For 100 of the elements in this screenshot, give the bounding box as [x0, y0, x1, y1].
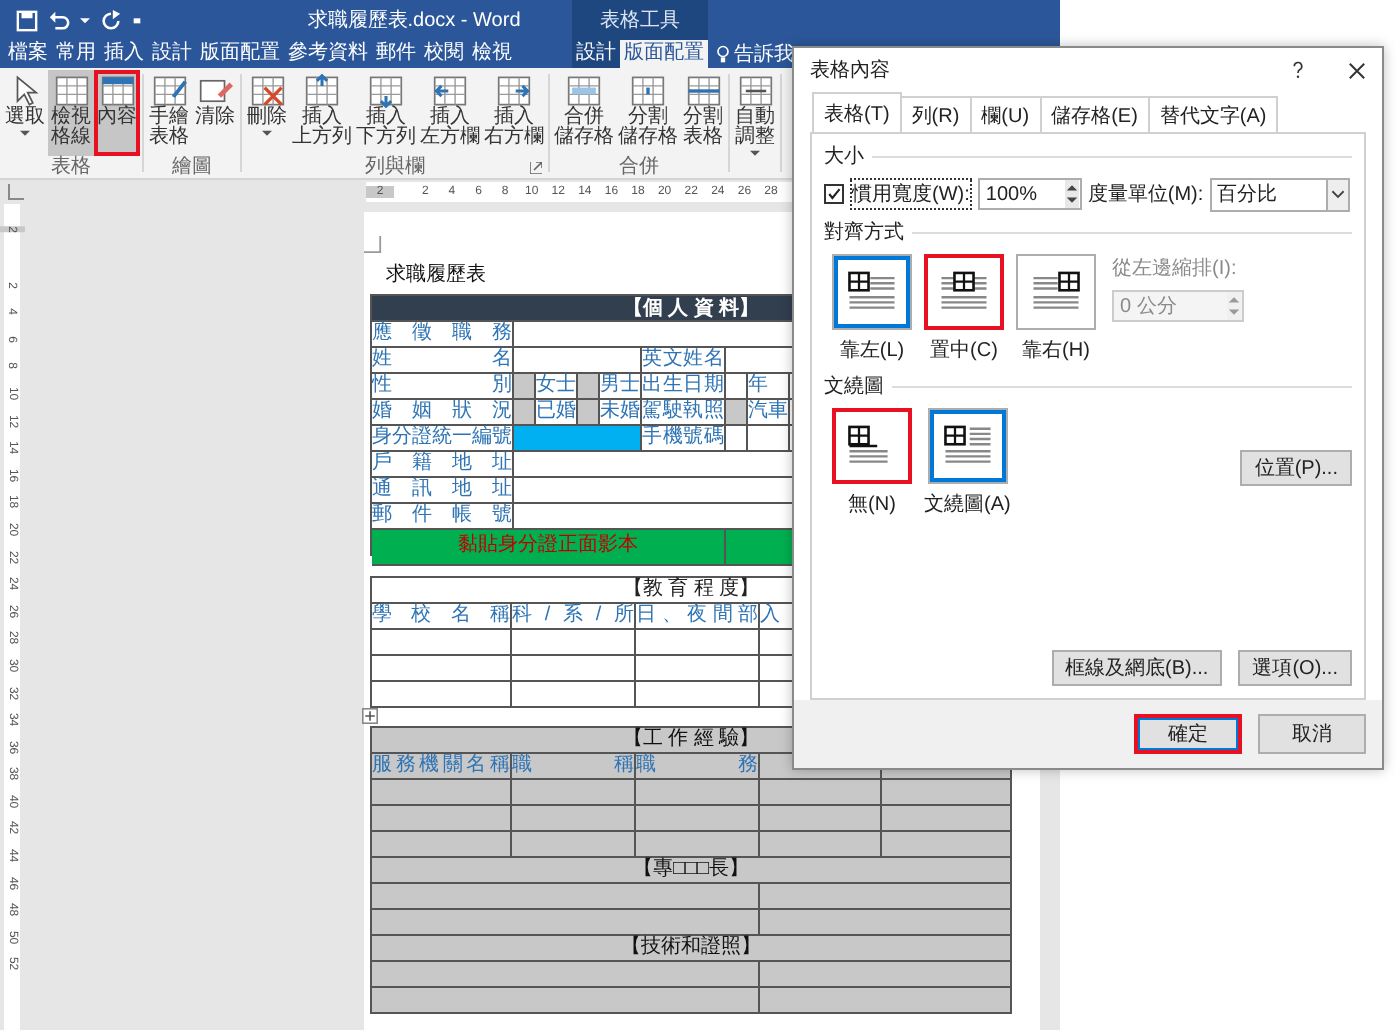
table-cell	[512, 780, 636, 806]
ribbon-tab[interactable]: 設計	[572, 40, 620, 68]
table-pencil-icon	[149, 74, 189, 108]
ribbon-tab[interactable]: 插入	[100, 40, 148, 68]
dialog-button[interactable]: 選項(O)...	[1238, 650, 1352, 686]
group-label: 列與欄	[365, 156, 425, 178]
option-label: 靠左(L)	[839, 337, 905, 364]
group-label: 表格	[51, 156, 91, 178]
dialog-tab[interactable]: 列(R)	[899, 96, 972, 132]
ribbon-tab[interactable]: 常用	[52, 40, 100, 68]
wrapping-option[interactable]	[927, 408, 1008, 484]
table-grid-icon	[51, 74, 91, 108]
dialog-launcher-icon[interactable]	[530, 161, 542, 173]
dialog-button[interactable]: 確定	[1134, 714, 1242, 754]
table-cell	[514, 374, 536, 400]
table-cell	[578, 400, 600, 426]
ribbon-tab[interactable]: 設計	[148, 40, 196, 68]
alignment-option[interactable]	[1016, 254, 1096, 330]
split-cells-icon	[628, 74, 668, 108]
ribbon-button[interactable]: 插入下方列	[354, 70, 418, 156]
table-cell	[512, 832, 636, 858]
table-cell: 出生日期	[642, 374, 726, 400]
field-label: 度量單位(M):	[1087, 181, 1204, 208]
ribbon-button[interactable]: 分割儲存格	[616, 70, 680, 156]
ribbon-tab[interactable]: 檢視	[468, 40, 516, 68]
width-field[interactable]: 100%	[977, 178, 1082, 210]
ribbon-button[interactable]: 插入左方欄	[418, 70, 482, 156]
tell-me-field[interactable]: 告訴我	[734, 40, 794, 68]
table-cell: 年	[748, 374, 790, 400]
ribbon-tab[interactable]: 參考資料	[284, 40, 372, 68]
table-cell	[760, 806, 882, 832]
table-cell	[726, 426, 748, 452]
ribbon-button[interactable]: 內容	[94, 70, 140, 156]
table-cell	[636, 806, 760, 832]
table-cell: 汽車	[748, 400, 790, 426]
table-cell	[512, 682, 636, 708]
ribbon-button[interactable]: 插入上方列	[290, 70, 354, 156]
dialog-button[interactable]: 框線及網底(B)...	[1051, 650, 1223, 686]
autofit-icon	[735, 74, 775, 108]
table-cell: 通訊地址	[372, 478, 514, 504]
table-cell: 戶籍地址	[372, 452, 514, 478]
ribbon-button[interactable]: 手繪表格	[146, 70, 192, 156]
ribbon-tab[interactable]: 檔案	[4, 40, 52, 68]
redo-icon[interactable]	[100, 9, 122, 31]
field-label: 慣用寬度(W):	[850, 178, 972, 210]
table-cell: 男士	[600, 374, 642, 400]
unit-dropdown[interactable]: 百分比	[1209, 177, 1350, 211]
context-header: 表格工具	[572, 0, 708, 40]
dialog-button[interactable]: 取消	[1258, 714, 1366, 754]
ribbon-tab[interactable]: 郵件	[372, 40, 420, 68]
dialog-tab[interactable]: 儲存格(E)	[1039, 96, 1150, 132]
section-heading: 【技術和證照】	[372, 936, 1012, 962]
section-label: 大小	[824, 143, 864, 170]
table-cell: 應徵職務	[372, 322, 514, 348]
table-move-handle-icon[interactable]	[362, 708, 378, 724]
insert-row-below-icon	[366, 74, 406, 108]
ribbon-button[interactable]: 刪除	[244, 70, 290, 156]
table-cell	[512, 656, 636, 682]
table-cell: 手機號碼	[642, 426, 726, 452]
ribbon-tab[interactable]: 版面配置	[196, 40, 284, 68]
dialog-tab[interactable]: 替代文字(A)	[1147, 96, 1279, 132]
save-icon[interactable]	[16, 9, 38, 31]
table-cell	[578, 374, 600, 400]
table-cell: 職務	[636, 754, 760, 780]
ribbon-button[interactable]: 分割表格	[680, 70, 726, 156]
table-cell	[512, 630, 636, 656]
group-label: 繪圖	[172, 156, 212, 178]
table-cell	[512, 806, 636, 832]
table-cell: 學校名稱	[372, 604, 512, 630]
dialog-tab[interactable]: 表格(T)	[812, 92, 902, 132]
checkbox[interactable]	[824, 184, 844, 204]
ribbon-button[interactable]: 合併儲存格	[552, 70, 616, 156]
spinner-arrows-icon[interactable]	[1063, 180, 1080, 208]
ribbon-tab[interactable]: 校閱	[420, 40, 468, 68]
insert-column-right-icon	[494, 74, 534, 108]
margin-corner-icon	[364, 236, 382, 254]
close-icon[interactable]	[1348, 61, 1366, 79]
ribbon-button[interactable]: 插入右方欄	[482, 70, 546, 156]
dialog-tab[interactable]: 欄(U)	[969, 96, 1042, 132]
option-label: 文繞圖(A)	[924, 491, 1011, 518]
tab-selector-icon[interactable]	[8, 184, 24, 200]
ribbon-tab[interactable]: 版面配置	[620, 40, 708, 68]
ribbon-button[interactable]: 清除	[192, 70, 238, 156]
ribbon-button[interactable]: 檢視格線	[48, 70, 94, 156]
position-button[interactable]: 位置(P)...	[1240, 450, 1352, 486]
option-label: 無(N)	[848, 492, 896, 518]
wrapping-option[interactable]	[832, 408, 912, 484]
table-cell	[760, 832, 882, 858]
dropdown-arrow-icon	[750, 150, 760, 158]
ribbon-button[interactable]: 選取	[2, 70, 48, 156]
dialog-title: 表格內容	[810, 57, 892, 84]
table-properties-icon	[97, 74, 137, 108]
alignment-option[interactable]	[832, 254, 912, 330]
ribbon-button[interactable]: 自動調整	[732, 70, 778, 158]
alignment-option[interactable]	[924, 254, 1004, 330]
table-delete-icon	[247, 74, 287, 108]
undo-icon[interactable]	[48, 9, 70, 31]
merge-cells-icon	[564, 74, 604, 108]
table-cell: 日、夜間部	[636, 604, 760, 630]
help-icon[interactable]	[1292, 60, 1304, 80]
